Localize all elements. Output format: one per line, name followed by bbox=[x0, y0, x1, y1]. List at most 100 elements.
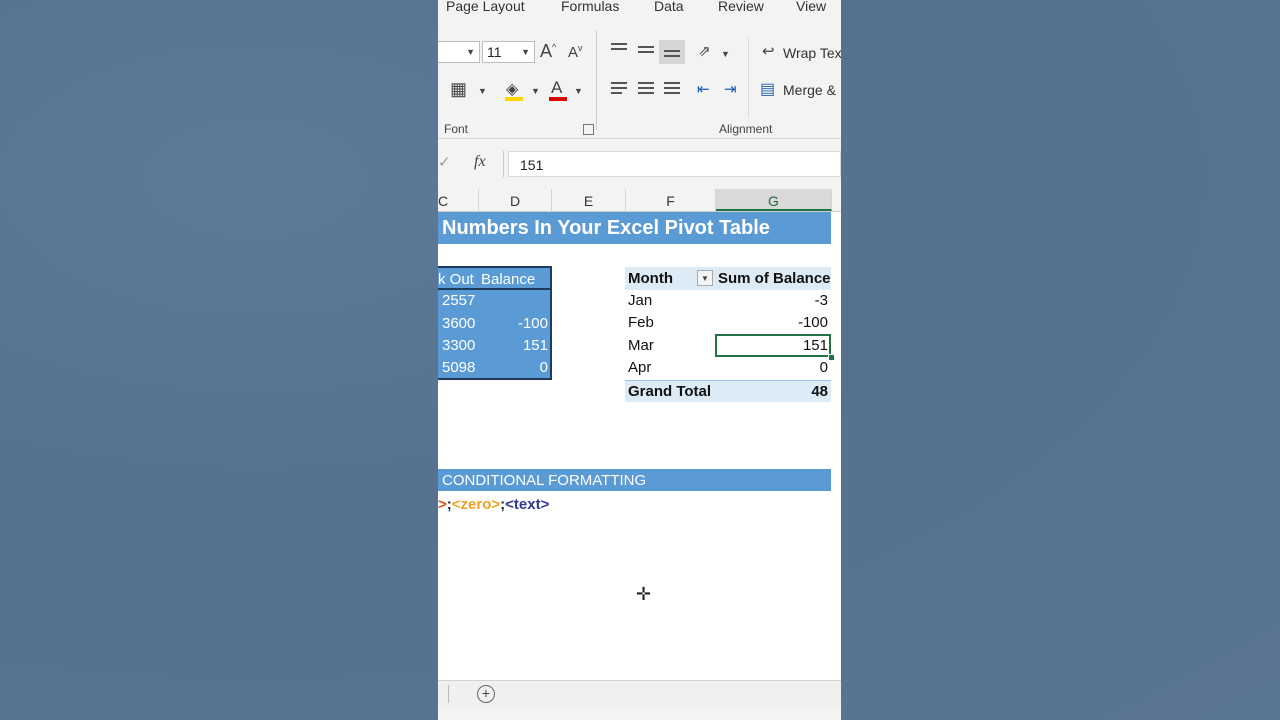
background-right bbox=[841, 0, 1280, 720]
pivot-month[interactable]: Apr bbox=[628, 357, 651, 379]
pivot-sum-header[interactable]: Sum of Balance bbox=[718, 267, 831, 290]
tab-data[interactable]: Data bbox=[654, 0, 684, 14]
background-left bbox=[0, 0, 438, 720]
formula-input[interactable]: 151 bbox=[508, 151, 841, 177]
tab-review[interactable]: Review bbox=[718, 0, 764, 14]
format-zero-part: <zero> bbox=[451, 496, 501, 513]
table-row: 2557 bbox=[438, 290, 550, 312]
column-header-c[interactable]: C bbox=[438, 189, 479, 211]
tab-view[interactable]: View bbox=[796, 0, 826, 14]
align-bottom-icon bbox=[664, 50, 680, 60]
function-icon[interactable]: fx bbox=[474, 153, 486, 171]
align-center-icon[interactable] bbox=[638, 82, 654, 97]
chevron-down-icon: ▼ bbox=[466, 47, 475, 57]
ribbon-separator bbox=[596, 30, 597, 130]
source-table-header: k Out Balance bbox=[438, 268, 550, 290]
cell-check-out[interactable]: 3300 bbox=[442, 335, 475, 357]
pivot-month[interactable]: Jan bbox=[628, 290, 652, 312]
font-color-icon[interactable]: A bbox=[551, 78, 562, 98]
align-middle-icon[interactable] bbox=[638, 46, 654, 56]
fill-color-icon[interactable]: ◈ bbox=[506, 79, 518, 99]
fill-color-swatch bbox=[505, 97, 523, 101]
pivot-month[interactable]: Feb bbox=[628, 312, 654, 334]
table-row: 3300 151 bbox=[438, 335, 550, 357]
fill-handle[interactable] bbox=[828, 354, 835, 361]
chevron-down-icon[interactable]: ▼ bbox=[721, 49, 730, 59]
add-sheet-icon[interactable]: + bbox=[477, 685, 495, 703]
grand-total-value[interactable]: 48 bbox=[811, 381, 828, 403]
cell-check-out[interactable]: 2557 bbox=[442, 290, 475, 312]
align-top-icon[interactable] bbox=[611, 43, 627, 53]
ribbon-tabs: Page Layout Formulas Data Review View bbox=[438, 0, 841, 18]
source-table: k Out Balance 2557 3600 -100 3300 151 50… bbox=[438, 266, 552, 380]
font-dialog-launcher-icon[interactable] bbox=[583, 124, 594, 135]
cell-balance[interactable]: 0 bbox=[540, 357, 548, 379]
pivot-row: Apr 0 bbox=[625, 357, 831, 379]
pivot-header: Month Sum of Balance bbox=[625, 267, 831, 290]
ribbon: ▼ 11 ▼ A^ Av ▦ ▼ ◈ ▼ A ▼ Font ⇗ ▼ ⇤ ⇥ ↩ … bbox=[438, 18, 841, 139]
column-header-g[interactable]: G bbox=[716, 189, 832, 211]
pivot-row: Feb -100 bbox=[625, 312, 831, 334]
chevron-down-icon[interactable]: ▼ bbox=[478, 86, 487, 96]
format-text-part: <text> bbox=[505, 496, 550, 513]
font-group-label: Font bbox=[444, 122, 469, 136]
tab-formulas[interactable]: Formulas bbox=[561, 0, 619, 14]
header-balance[interactable]: Balance bbox=[481, 268, 535, 291]
wrap-text-icon[interactable]: ↩ bbox=[762, 42, 775, 60]
pivot-month-header[interactable]: Month bbox=[628, 267, 673, 290]
chevron-down-icon[interactable]: ▼ bbox=[574, 86, 583, 96]
align-right-icon[interactable] bbox=[664, 82, 680, 97]
sheet-title[interactable]: Numbers In Your Excel Pivot Table bbox=[438, 212, 831, 244]
excel-window: Page Layout Formulas Data Review View ▼ … bbox=[438, 0, 841, 720]
cell-balance[interactable]: -100 bbox=[518, 313, 548, 335]
chevron-down-icon[interactable]: ▼ bbox=[531, 86, 540, 96]
cell-check-out[interactable]: 3600 bbox=[442, 313, 475, 335]
cell-check-out[interactable]: 5098 bbox=[442, 357, 475, 379]
filter-dropdown-icon[interactable]: ▼ bbox=[697, 270, 713, 286]
conditional-formatting-header[interactable]: CONDITIONAL FORMATTING bbox=[438, 469, 831, 491]
align-left-icon[interactable] bbox=[611, 82, 627, 97]
sheet-bar-separator bbox=[448, 685, 449, 703]
enter-check-icon[interactable]: ✓ bbox=[438, 153, 451, 171]
font-color-swatch bbox=[549, 97, 567, 101]
pivot-row: Jan -3 bbox=[625, 290, 831, 312]
merge-center-button[interactable]: Merge & bbox=[783, 82, 836, 98]
ribbon-separator bbox=[748, 38, 749, 118]
column-headers: C D E F G bbox=[438, 189, 841, 212]
cell-cursor-icon: ✛ bbox=[636, 584, 652, 604]
column-header-e[interactable]: E bbox=[552, 189, 626, 211]
increase-indent-icon[interactable]: ⇥ bbox=[724, 80, 737, 98]
header-check-out[interactable]: k Out bbox=[438, 268, 474, 291]
cell-balance[interactable]: 151 bbox=[523, 335, 548, 357]
pivot-grand-total: Grand Total 48 bbox=[625, 380, 831, 402]
alignment-group-label: Alignment bbox=[719, 122, 773, 136]
pivot-value[interactable]: 0 bbox=[820, 357, 828, 379]
table-row: 5098 0 bbox=[438, 357, 550, 379]
table-row: 3600 -100 bbox=[438, 313, 550, 335]
decrease-indent-icon[interactable]: ⇤ bbox=[697, 80, 710, 98]
pivot-value[interactable]: -3 bbox=[815, 290, 828, 312]
format-negative-part: > bbox=[438, 496, 447, 513]
column-header-f[interactable]: F bbox=[626, 189, 716, 211]
formula-bar: ✓ fx 151 bbox=[438, 139, 841, 189]
pivot-month[interactable]: Mar bbox=[628, 335, 654, 357]
orientation-icon[interactable]: ⇗ bbox=[698, 42, 711, 60]
pivot-value[interactable]: -100 bbox=[798, 312, 828, 334]
decrease-font-icon[interactable]: Av bbox=[568, 43, 583, 61]
font-name-dropdown[interactable]: ▼ bbox=[438, 41, 480, 63]
align-bottom-button[interactable] bbox=[659, 40, 685, 64]
format-code[interactable]: >;<zero>;<text> bbox=[438, 496, 549, 513]
active-cell-border bbox=[715, 334, 831, 357]
sheet-tab-bar: + bbox=[438, 680, 841, 707]
column-header-d[interactable]: D bbox=[479, 189, 552, 211]
font-size-dropdown[interactable]: 11 ▼ bbox=[482, 41, 535, 63]
font-size-value: 11 bbox=[487, 44, 502, 60]
status-bar bbox=[438, 706, 841, 720]
grand-total-label[interactable]: Grand Total bbox=[628, 381, 711, 403]
increase-font-icon[interactable]: A^ bbox=[540, 41, 556, 62]
wrap-text-button[interactable]: Wrap Text bbox=[783, 45, 841, 61]
borders-icon[interactable]: ▦ bbox=[450, 79, 467, 100]
tab-page-layout[interactable]: Page Layout bbox=[446, 0, 525, 14]
merge-center-icon[interactable]: ▤ bbox=[760, 79, 775, 99]
formula-separator bbox=[503, 151, 504, 177]
